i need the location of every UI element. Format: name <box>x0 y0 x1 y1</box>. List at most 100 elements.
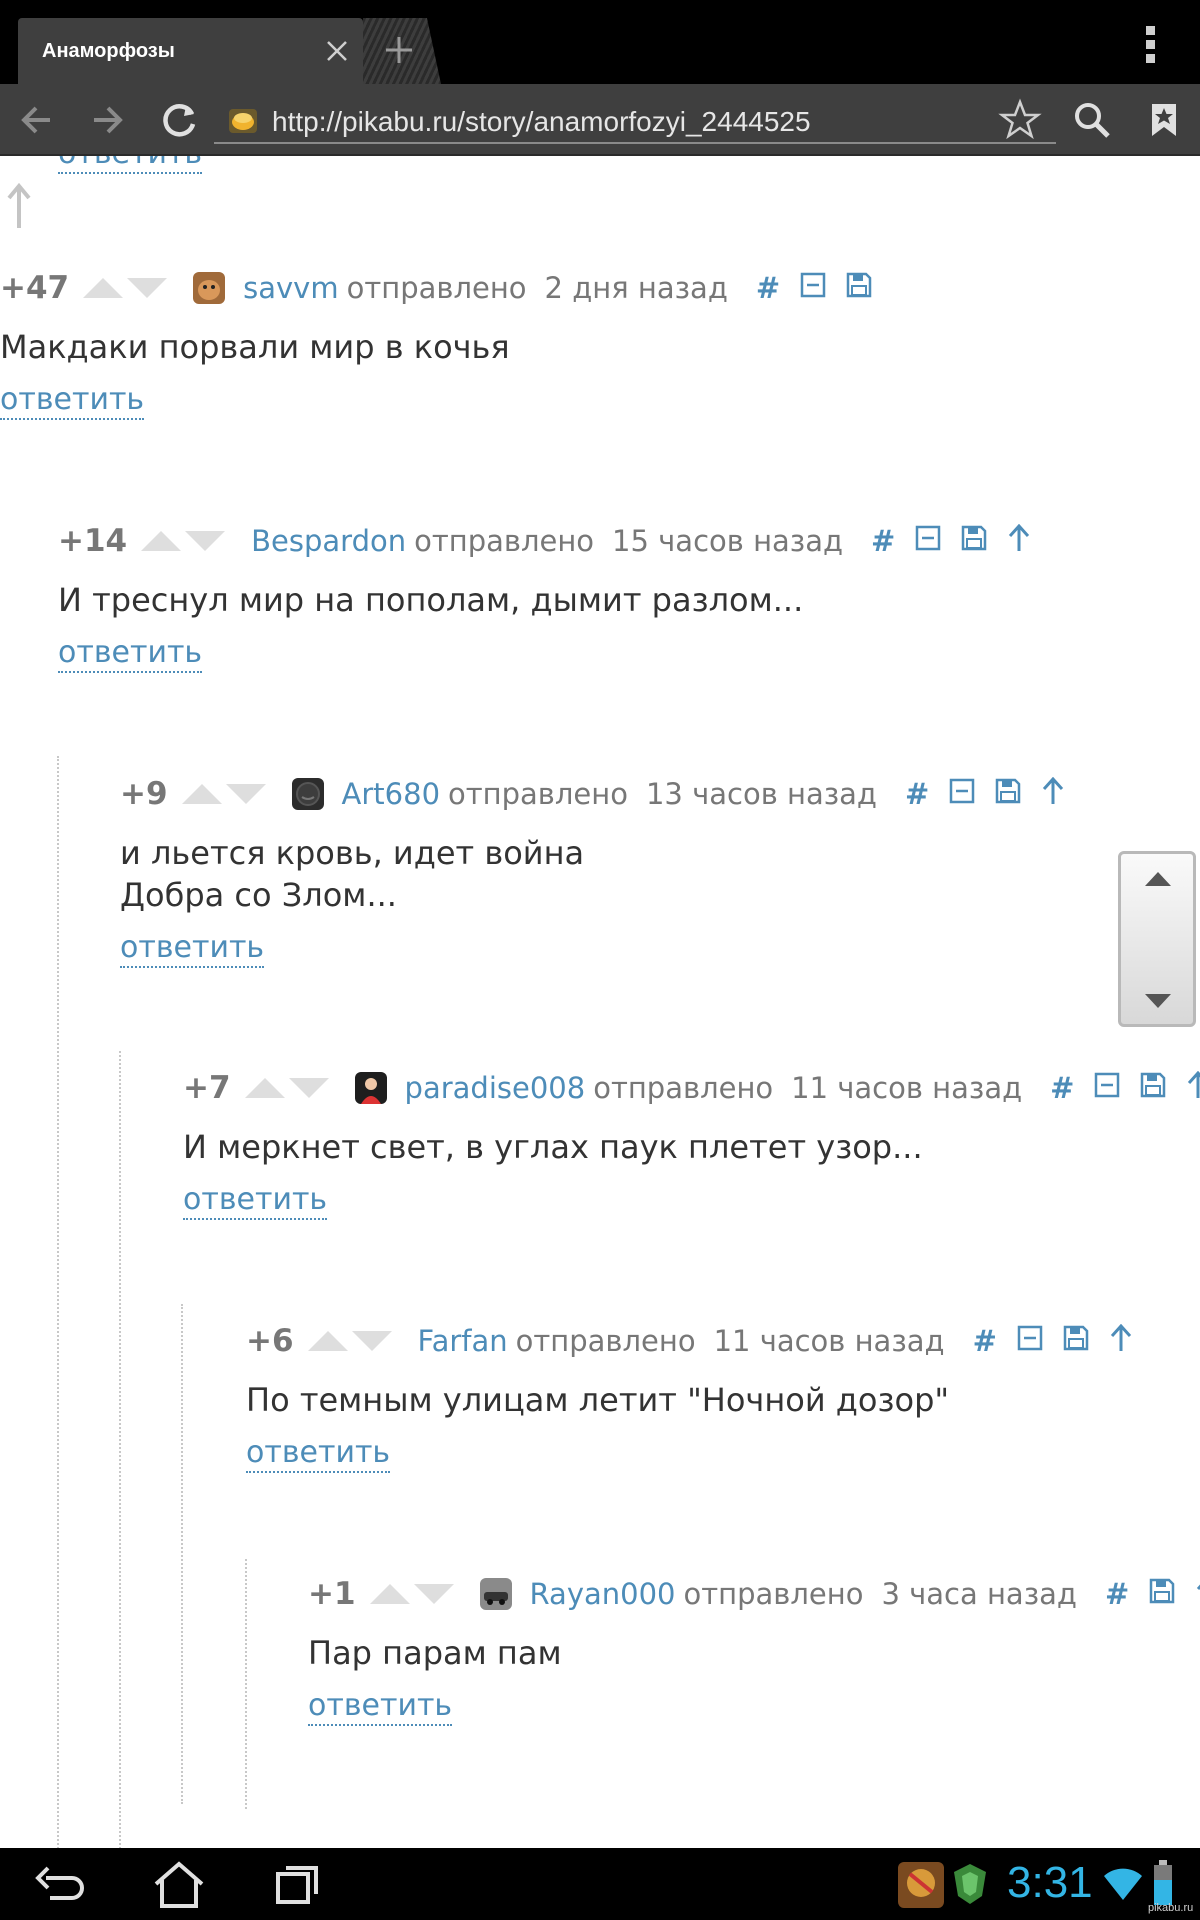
save-icon[interactable] <box>1149 1577 1175 1611</box>
vote-down-icon[interactable] <box>413 1577 454 1611</box>
sent-label: отправлено <box>448 777 628 811</box>
bookmark-star-icon[interactable] <box>996 96 1044 144</box>
save-icon[interactable] <box>995 777 1021 811</box>
permalink-hash[interactable]: # <box>905 777 929 811</box>
comment-text-line: Добра со Злом... <box>120 876 397 914</box>
parent-arrow-icon[interactable] <box>1007 523 1031 559</box>
plus-icon <box>386 37 412 63</box>
overflow-menu-icon[interactable] <box>1135 22 1165 66</box>
vote-up-icon[interactable] <box>181 777 222 811</box>
save-icon[interactable] <box>1140 1071 1166 1105</box>
back-arrow-icon[interactable] <box>12 96 60 144</box>
new-tab-button[interactable] <box>363 18 441 84</box>
vote-up-icon[interactable] <box>369 1577 410 1611</box>
forward-arrow-icon[interactable] <box>84 96 132 144</box>
thread-line <box>245 1559 247 1809</box>
reload-icon[interactable] <box>156 96 204 144</box>
scroll-down-icon[interactable] <box>1145 994 1171 1008</box>
comment-text: Макдаки порвали мир в кочья <box>0 328 510 366</box>
comment-author[interactable]: Farfan <box>418 1324 508 1358</box>
comment-meta: +6 Farfan отправлено 11 часов назад # <box>246 1321 1133 1361</box>
collapse-icon[interactable] <box>1094 1071 1120 1105</box>
permalink-hash[interactable]: # <box>756 271 780 305</box>
comment-author[interactable]: savvm <box>243 271 338 305</box>
reply-link[interactable]: ответить <box>58 635 203 673</box>
collapse-icon[interactable] <box>949 777 975 811</box>
reply-link[interactable]: ответить <box>58 156 203 174</box>
comment-meta: +14 Bespardon отправлено 15 часов назад … <box>58 521 1031 561</box>
vote-up-icon[interactable] <box>244 1071 285 1105</box>
vote-up-icon[interactable] <box>307 1324 348 1358</box>
collapse-icon[interactable] <box>1017 1324 1043 1358</box>
parent-arrow-icon[interactable] <box>1186 1070 1200 1106</box>
comment-meta: +9 Art680 отправлено 13 часов назад # <box>120 774 1065 814</box>
back-icon[interactable] <box>26 1858 96 1910</box>
vote-up-icon[interactable] <box>83 271 124 305</box>
comment-meta: +1 Rayan000 отправлено 3 часа назад # <box>308 1574 1200 1614</box>
comment-score: +14 <box>58 523 128 559</box>
comment-author[interactable]: Rayan000 <box>530 1577 676 1611</box>
pikabu-favicon-icon <box>228 106 258 136</box>
sent-label: отправлено <box>515 1324 696 1358</box>
comment-meta: +47 savvm отправлено 2 дня назад # <box>0 268 872 308</box>
bookmarks-icon[interactable] <box>1140 96 1188 144</box>
comment-score: +7 <box>183 1070 231 1106</box>
vote-down-icon[interactable] <box>351 1324 392 1358</box>
parent-arrow-icon[interactable] <box>1195 1577 1200 1612</box>
reply-link[interactable]: ответить <box>308 1688 453 1726</box>
collapse-icon[interactable] <box>915 524 941 558</box>
sent-label: отправлено <box>683 1577 864 1611</box>
clash-of-clans-notification-icon[interactable] <box>896 1858 946 1910</box>
watermark: pikabu.ru <box>1148 1902 1194 1914</box>
search-icon[interactable] <box>1068 96 1116 144</box>
vote-down-icon[interactable] <box>225 777 266 811</box>
vote-down-icon[interactable] <box>288 1071 329 1105</box>
reply-link[interactable]: ответить <box>246 1435 391 1473</box>
vote-down-icon[interactable] <box>127 271 168 305</box>
comment-author[interactable]: paradise008 <box>405 1071 586 1105</box>
save-icon[interactable] <box>961 524 987 558</box>
comment-score: +9 <box>120 776 168 812</box>
url-field[interactable]: http://pikabu.ru/story/anamorfozyi_24445… <box>214 98 1056 144</box>
comment-text: И треснул мир на пополам, дымит разлом..… <box>58 581 804 619</box>
comment-time: 13 часов назад <box>645 777 877 811</box>
shield-notification-icon[interactable] <box>952 1862 988 1906</box>
tab-close-icon[interactable] <box>320 34 354 68</box>
vote-up-icon[interactable] <box>141 524 182 558</box>
save-icon[interactable] <box>1063 1324 1089 1358</box>
permalink-hash[interactable]: # <box>973 1324 997 1358</box>
comment-text: По темным улицам летит "Ночной дозор" <box>246 1381 950 1419</box>
permalink-hash[interactable]: # <box>1105 1577 1129 1611</box>
thread-line <box>57 756 59 1848</box>
comment-text: И меркнет свет, в углах паук плетет узор… <box>183 1128 923 1166</box>
sent-label: отправлено <box>414 524 595 558</box>
permalink-hash[interactable]: # <box>1050 1071 1074 1105</box>
comment-author[interactable]: Bespardon <box>251 524 406 558</box>
comment-score: +1 <box>308 1576 356 1612</box>
page-scroll-widget[interactable] <box>1118 851 1196 1027</box>
home-icon[interactable] <box>144 1858 214 1910</box>
parent-arrow-icon[interactable] <box>1109 1323 1133 1359</box>
battery-icon <box>1152 1860 1174 1906</box>
comment-author[interactable]: Art680 <box>342 777 440 811</box>
avatar <box>291 778 324 810</box>
reply-link[interactable]: ответить <box>120 930 265 968</box>
comment-time: 15 часов назад <box>612 524 844 558</box>
reply-link[interactable]: ответить <box>183 1182 328 1220</box>
up-arrow-icon[interactable] <box>4 182 34 230</box>
permalink-hash[interactable]: # <box>871 524 895 558</box>
collapse-icon[interactable] <box>800 271 826 305</box>
parent-arrow-icon[interactable] <box>1041 776 1065 812</box>
save-icon[interactable] <box>846 271 872 305</box>
page-content: ответить +47 savvm отправлено 2 дня наза… <box>0 156 1200 1848</box>
comment-time: 11 часов назад <box>791 1071 1023 1105</box>
tab-anamorphoses[interactable]: Анаморфозы <box>18 18 363 84</box>
scroll-up-icon[interactable] <box>1145 872 1171 886</box>
reply-link[interactable]: ответить <box>0 382 145 420</box>
comment-score: +47 <box>0 270 70 306</box>
recent-apps-icon[interactable] <box>264 1858 334 1910</box>
vote-down-icon[interactable] <box>185 524 226 558</box>
avatar <box>354 1072 387 1104</box>
tab-title: Анаморфозы <box>42 40 175 62</box>
comment-score: +6 <box>246 1323 294 1359</box>
